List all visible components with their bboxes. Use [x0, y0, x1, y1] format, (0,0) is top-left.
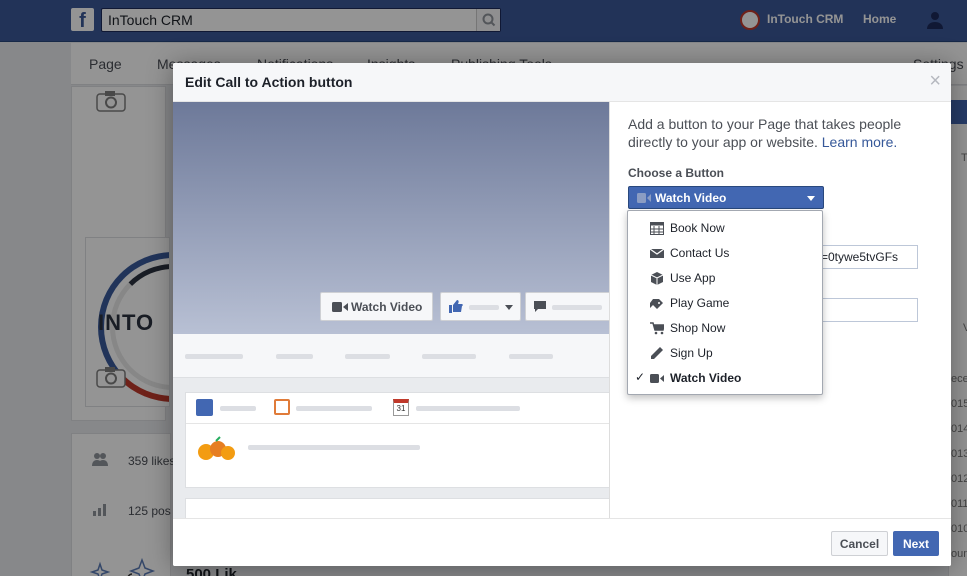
button-type-select[interactable]: Watch Video	[628, 186, 824, 209]
pencil-icon	[651, 347, 663, 359]
menu-item-label: Sign Up	[670, 346, 713, 360]
placeholder-bar	[248, 445, 420, 450]
calendar-icon: 31	[393, 399, 409, 416]
button-type-menu: Book Now Contact Us Use App Play Game Sh…	[627, 210, 823, 395]
preview-watch-label: Watch Video	[351, 300, 423, 314]
page-preview: Watch Video 31	[173, 102, 609, 518]
menu-item-use-app[interactable]: Use App	[628, 266, 822, 291]
checkmark-icon: ✓	[635, 370, 646, 384]
preview-like-button	[440, 292, 521, 321]
fruit-image	[198, 436, 235, 460]
video-camera-icon	[637, 193, 651, 203]
placeholder-bar	[276, 354, 313, 359]
cart-icon	[650, 322, 664, 335]
dialog-header: Edit Call to Action button ×	[173, 63, 951, 102]
video-camera-icon	[332, 302, 348, 312]
caret-icon	[505, 305, 513, 310]
menu-item-contact-us[interactable]: Contact Us	[628, 241, 822, 266]
menu-item-shop-now[interactable]: Shop Now	[628, 316, 822, 341]
menu-item-label: Contact Us	[670, 246, 730, 260]
placeholder-bar	[296, 406, 372, 411]
preview-composer: 31	[185, 392, 609, 488]
preview-watch-video-button: Watch Video	[320, 292, 433, 321]
menu-item-play-game[interactable]: Play Game	[628, 291, 822, 316]
preview-post	[185, 498, 609, 518]
calendar-icon	[650, 222, 664, 235]
placeholder-bar	[422, 354, 476, 359]
placeholder-bar	[509, 354, 553, 359]
chevron-down-icon	[807, 196, 815, 201]
menu-item-watch-video[interactable]: ✓ Watch Video	[628, 366, 822, 391]
learn-more-link[interactable]: Learn more.	[822, 134, 897, 150]
cancel-button[interactable]: Cancel	[831, 531, 888, 556]
envelope-icon	[650, 248, 664, 258]
message-icon	[534, 301, 546, 312]
dialog-footer: Cancel Next	[173, 518, 951, 566]
choose-button-label: Choose a Button	[628, 166, 724, 180]
photo-icon	[274, 399, 290, 415]
placeholder-bar	[185, 354, 243, 359]
thumbs-up-icon	[449, 300, 463, 313]
menu-item-label: Use App	[670, 271, 716, 285]
placeholder-bar	[552, 305, 602, 310]
preview-message-button	[525, 292, 609, 321]
menu-item-label: Play Game	[670, 296, 730, 310]
video-camera-icon	[650, 374, 664, 383]
close-icon[interactable]: ×	[929, 69, 941, 93]
placeholder-bar	[345, 354, 390, 359]
pencil-icon	[196, 399, 213, 416]
menu-item-sign-up[interactable]: Sign Up	[628, 341, 822, 366]
next-button[interactable]: Next	[893, 531, 939, 556]
dialog-title: Edit Call to Action button	[185, 74, 353, 90]
preview-tabs	[173, 334, 609, 378]
placeholder-bar	[220, 406, 256, 411]
dialog-description: Add a button to your Page that takes peo…	[628, 115, 928, 151]
placeholder-bar	[469, 305, 499, 310]
menu-item-label: Shop Now	[670, 321, 726, 335]
menu-item-label: Watch Video	[670, 371, 742, 385]
placeholder-bar	[416, 406, 520, 411]
divider	[186, 423, 609, 424]
edit-call-to-action-dialog: Edit Call to Action button × Watch Video	[173, 63, 951, 566]
url-input[interactable]	[807, 246, 917, 268]
selected-button-label: Watch Video	[655, 191, 727, 205]
menu-item-book-now[interactable]: Book Now	[628, 216, 822, 241]
cube-icon	[650, 272, 664, 285]
gamepad-icon	[650, 299, 663, 309]
menu-item-label: Book Now	[670, 221, 725, 235]
